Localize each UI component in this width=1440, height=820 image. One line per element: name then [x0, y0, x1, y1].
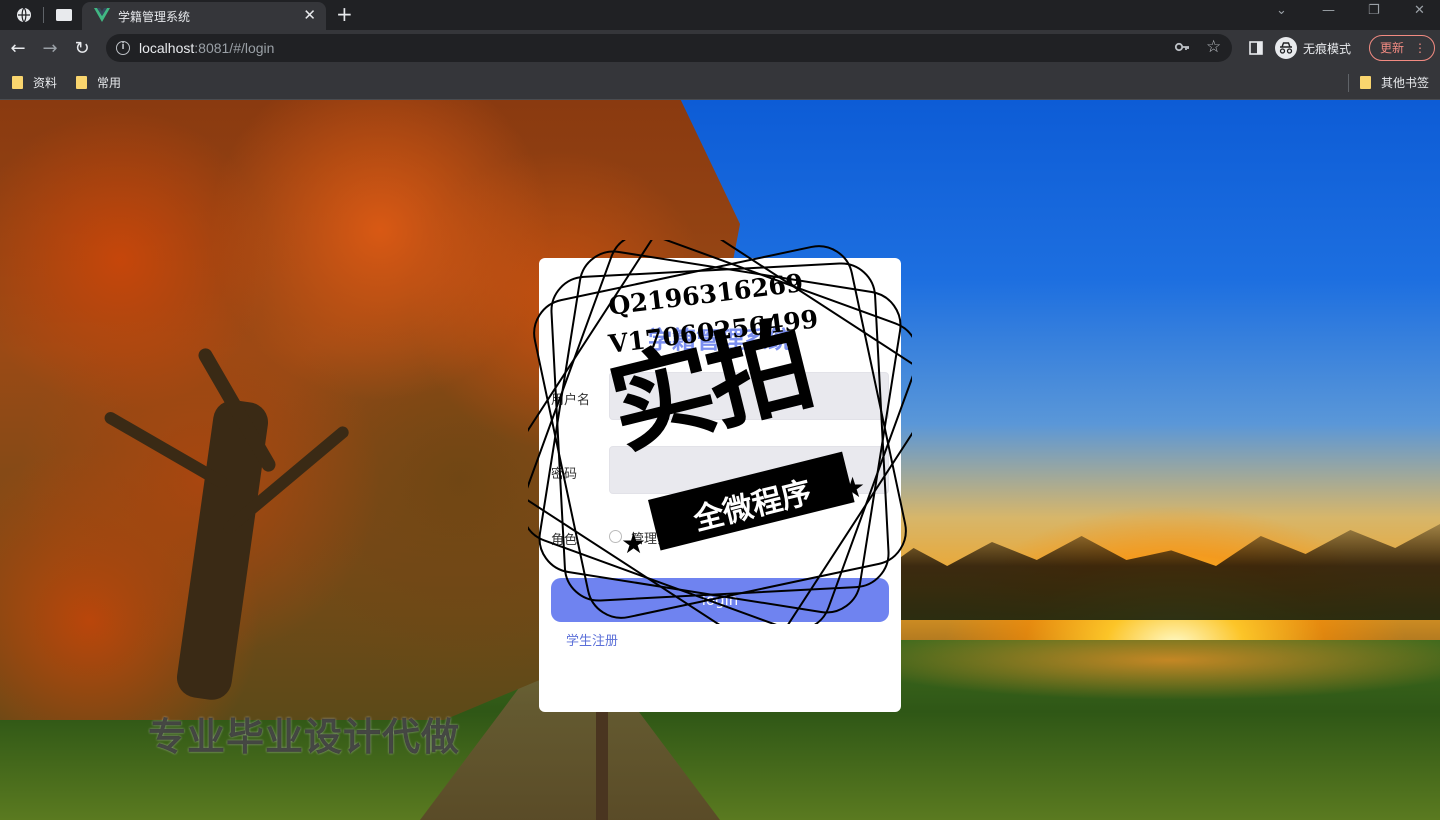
- star-icon: ★: [840, 471, 866, 504]
- password-label: 密码: [551, 467, 578, 482]
- username-label: 用户名: [551, 393, 591, 408]
- minimize-icon[interactable]: —: [1322, 3, 1335, 18]
- side-panel-icon[interactable]: [1244, 36, 1268, 60]
- update-label: 更新: [1380, 41, 1405, 55]
- new-tab-button[interactable]: +: [336, 2, 353, 26]
- tab-icon[interactable]: [54, 5, 74, 25]
- back-icon[interactable]: ←: [6, 36, 30, 60]
- window-close-icon[interactable]: ✕: [1414, 3, 1425, 18]
- key-icon[interactable]: [1174, 39, 1190, 59]
- update-button[interactable]: 更新 ⋮: [1369, 35, 1435, 61]
- folder-icon: [76, 76, 87, 89]
- vue-logo-icon: [94, 7, 110, 26]
- url-path: :8081/#/login: [194, 40, 275, 56]
- star-icon: ★: [621, 527, 647, 560]
- menu-dots-icon[interactable]: ⋮: [1414, 36, 1426, 60]
- other-bookmarks-label: 其他书签: [1381, 76, 1430, 90]
- fence-post: [596, 700, 608, 820]
- watermark-text: 专业毕业设计代做: [148, 715, 461, 759]
- role-label: 角色: [551, 533, 578, 548]
- tab-divider: [43, 7, 44, 23]
- sun-glow: [900, 640, 1440, 770]
- incognito-icon: [1275, 37, 1297, 59]
- url-host: localhost: [139, 40, 195, 56]
- student-register-link[interactable]: 学生注册: [566, 630, 618, 649]
- login-button[interactable]: login: [551, 578, 889, 622]
- browser-toolbar: ← → ↻ i localhost:8081/#/login ☆ 无痕模式 更新…: [0, 30, 1440, 66]
- site-info-icon[interactable]: i: [116, 41, 130, 55]
- bookmark-label: 常用: [97, 76, 122, 90]
- incognito-label: 无痕模式: [1303, 41, 1352, 56]
- url-text[interactable]: localhost:8081/#/login: [139, 40, 274, 56]
- reload-icon[interactable]: ↻: [70, 36, 94, 60]
- tab-strip: 学籍管理系统 ✕ + ⌄ — ❐ ✕: [0, 0, 1440, 30]
- bookmark-folder-2[interactable]: 常用: [76, 74, 121, 91]
- incognito-indicator[interactable]: 无痕模式: [1275, 35, 1351, 61]
- tab-search-icon[interactable]: ⌄: [1276, 3, 1287, 18]
- distant-trees: [880, 524, 1440, 620]
- bookmarks-separator: [1348, 74, 1349, 92]
- bookmark-star-icon[interactable]: ☆: [1206, 37, 1221, 57]
- forward-icon[interactable]: →: [38, 36, 62, 60]
- bookmark-label: 资料: [33, 76, 58, 90]
- tab-active[interactable]: 学籍管理系统 ✕: [82, 2, 326, 30]
- folder-icon: [12, 76, 23, 89]
- bookmarks-bar: 资料 常用 其他书签: [0, 66, 1440, 100]
- globe-icon[interactable]: [14, 5, 34, 25]
- other-bookmarks[interactable]: 其他书签: [1360, 74, 1429, 91]
- folder-icon: [1360, 76, 1371, 89]
- bookmark-folder-1[interactable]: 资料: [12, 74, 57, 91]
- address-bar[interactable]: i localhost:8081/#/login ☆: [106, 34, 1232, 62]
- restore-icon[interactable]: ❐: [1368, 3, 1380, 18]
- close-tab-icon[interactable]: ✕: [303, 6, 316, 24]
- tab-title: 学籍管理系统: [118, 10, 191, 24]
